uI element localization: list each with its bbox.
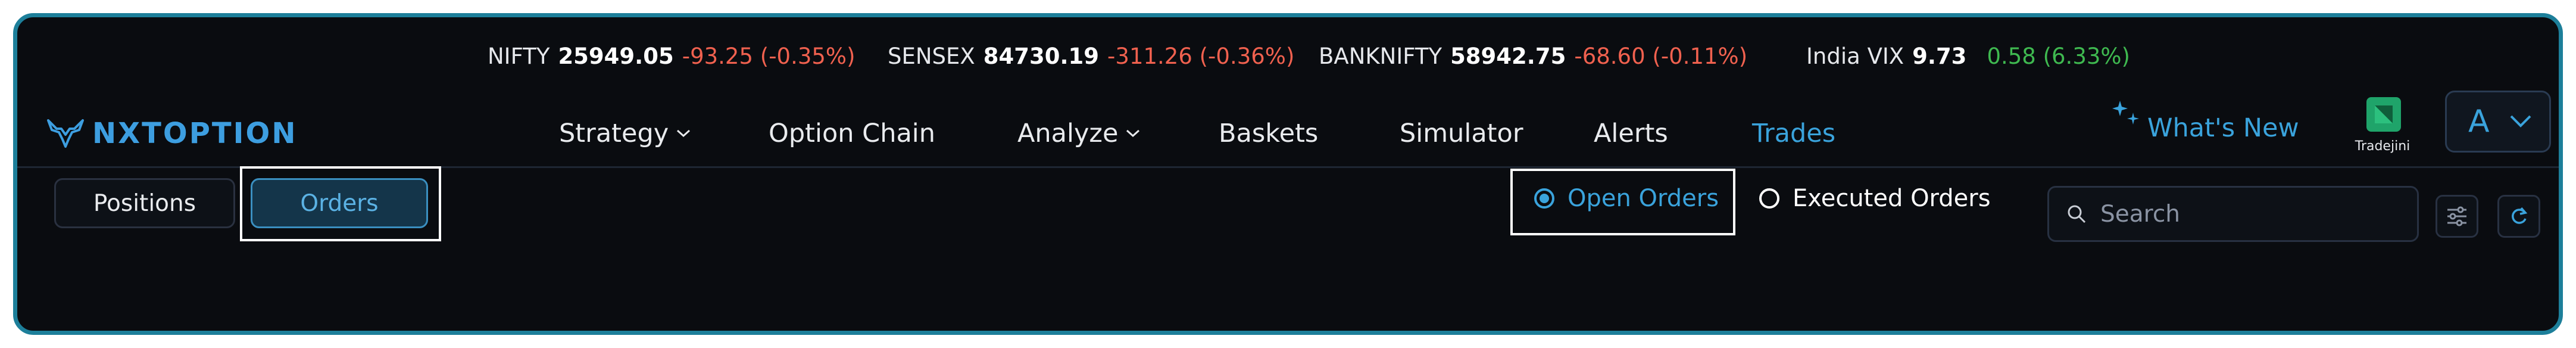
nav-alerts[interactable]: Alerts: [1594, 107, 1668, 160]
ticker-india-vix: India VIX 9.73 0.58 (6.33%): [1806, 44, 2130, 69]
nav-analyze[interactable]: Analyze: [1017, 107, 1141, 160]
ticker-value: 9.73: [1912, 44, 1967, 69]
ticker-change: -93.25 (-0.35%): [682, 44, 855, 69]
ticker-value: 84730.19: [983, 44, 1100, 69]
tradejini-logo-icon: [2366, 97, 2401, 132]
positions-tab[interactable]: Positions: [54, 178, 235, 228]
nav-strategy[interactable]: Strategy: [559, 107, 691, 160]
filter-settings-button[interactable]: [2436, 195, 2478, 238]
nav-label: Alerts: [1594, 119, 1668, 148]
whats-new-link[interactable]: What's New: [2112, 92, 2299, 164]
chevron-down-icon: [677, 129, 691, 138]
app-frame: NIFTY 25949.05 -93.25 (-0.35%) SENSEX 84…: [13, 13, 2563, 335]
ticker-banknifty: BANKNIFTY 58942.75 -68.60 (-0.11%): [1319, 44, 1747, 69]
orders-highlight-outline: [240, 166, 441, 241]
refresh-icon: [2512, 207, 2528, 224]
sliders-icon: [2447, 206, 2466, 226]
refresh-button[interactable]: [2497, 195, 2540, 238]
nav-label: Option Chain: [769, 119, 936, 148]
account-menu[interactable]: A: [2445, 91, 2551, 153]
radio-label: Executed Orders: [1793, 185, 1991, 212]
ticker-value: 58942.75: [1450, 44, 1566, 69]
nav-label: Baskets: [1219, 119, 1319, 148]
nav-label: Trades: [1752, 119, 1836, 148]
ticker-name: BANKNIFTY: [1319, 44, 1442, 69]
ticker-change: 0.58 (6.33%): [1987, 44, 2130, 69]
search-icon: [2068, 205, 2086, 223]
nav-label: Simulator: [1400, 119, 1523, 148]
open-orders-highlight-outline: [1510, 169, 1735, 235]
nav-label: Analyze: [1017, 119, 1119, 148]
broker-badge[interactable]: Tradejini: [2350, 89, 2415, 160]
radio-executed-orders[interactable]: Executed Orders: [1759, 173, 1991, 223]
chevron-down-icon: [1126, 129, 1140, 138]
ticker-name: India VIX: [1806, 44, 1904, 69]
chevron-down-icon: [2510, 115, 2531, 128]
ticker-change: -311.26 (-0.36%): [1107, 44, 1295, 69]
search-input[interactable]: [2099, 200, 2387, 228]
account-avatar: A: [2468, 104, 2490, 139]
search-box[interactable]: [2047, 186, 2419, 242]
nav-trades[interactable]: Trades: [1752, 107, 1835, 160]
ticker-name: SENSEX: [888, 44, 975, 69]
ticker-name: NIFTY: [488, 44, 550, 69]
nav-simulator[interactable]: Simulator: [1400, 107, 1523, 160]
ticker-change: -68.60 (-0.11%): [1574, 44, 1748, 69]
nav-option-chain[interactable]: Option Chain: [769, 107, 935, 160]
ticker-nifty: NIFTY 25949.05 -93.25 (-0.35%): [488, 44, 855, 69]
market-ticker: NIFTY 25949.05 -93.25 (-0.35%) SENSEX 84…: [17, 17, 2559, 101]
whats-new-label: What's New: [2147, 113, 2299, 143]
nav-label: Strategy: [559, 119, 669, 148]
sparkle-icon: [2112, 101, 2139, 125]
nav-baskets[interactable]: Baskets: [1219, 107, 1318, 160]
ticker-value: 25949.05: [558, 44, 674, 69]
broker-name: Tradejini: [2355, 139, 2410, 154]
radio-unselected-icon: [1759, 188, 1779, 209]
ticker-sensex: SENSEX 84730.19 -311.26 (-0.36%): [888, 44, 1294, 69]
